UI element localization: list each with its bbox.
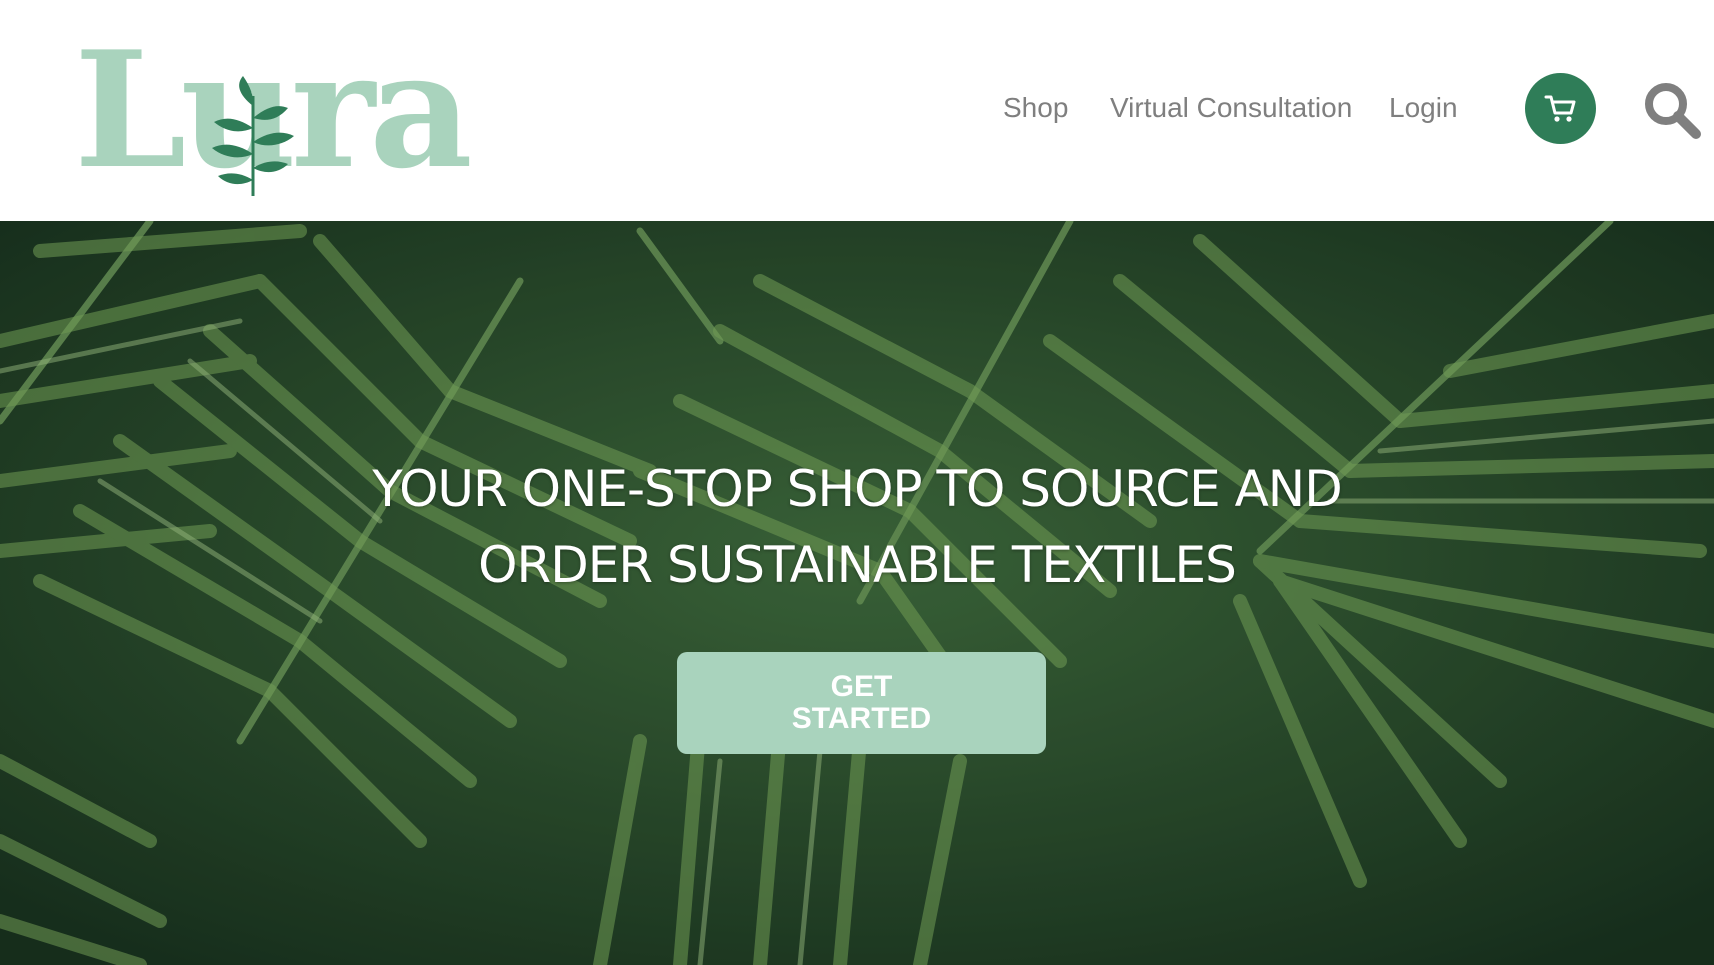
hero-banner: YOUR ONE-STOP SHOP TO SOURCE AND ORDER S… bbox=[0, 221, 1714, 965]
hero-title: YOUR ONE-STOP SHOP TO SOURCE AND ORDER S… bbox=[307, 451, 1407, 603]
get-started-button[interactable]: GET STARTED bbox=[677, 652, 1046, 754]
plant-icon bbox=[212, 76, 294, 196]
hero-title-line-1: YOUR ONE-STOP SHOP TO SOURCE AND bbox=[372, 460, 1342, 518]
cta-label-line-1: GET bbox=[830, 670, 893, 703]
brand-logo[interactable]: Lura bbox=[74, 30, 494, 196]
cart-button[interactable] bbox=[1525, 73, 1596, 144]
search-icon bbox=[1645, 83, 1701, 139]
search-button[interactable] bbox=[1640, 78, 1704, 142]
nav-shop[interactable]: Shop bbox=[1003, 88, 1068, 128]
hero-title-line-2: ORDER SUSTAINABLE TEXTILES bbox=[478, 536, 1237, 594]
cta-label-line-2: STARTED bbox=[791, 702, 932, 735]
nav-virtual-consultation[interactable]: Virtual Consultation bbox=[1110, 88, 1352, 128]
nav-login[interactable]: Login bbox=[1389, 88, 1458, 128]
shopping-cart-icon bbox=[1544, 95, 1575, 122]
site-header: Lura Shop Virtual Consultation Login bbox=[0, 0, 1714, 221]
